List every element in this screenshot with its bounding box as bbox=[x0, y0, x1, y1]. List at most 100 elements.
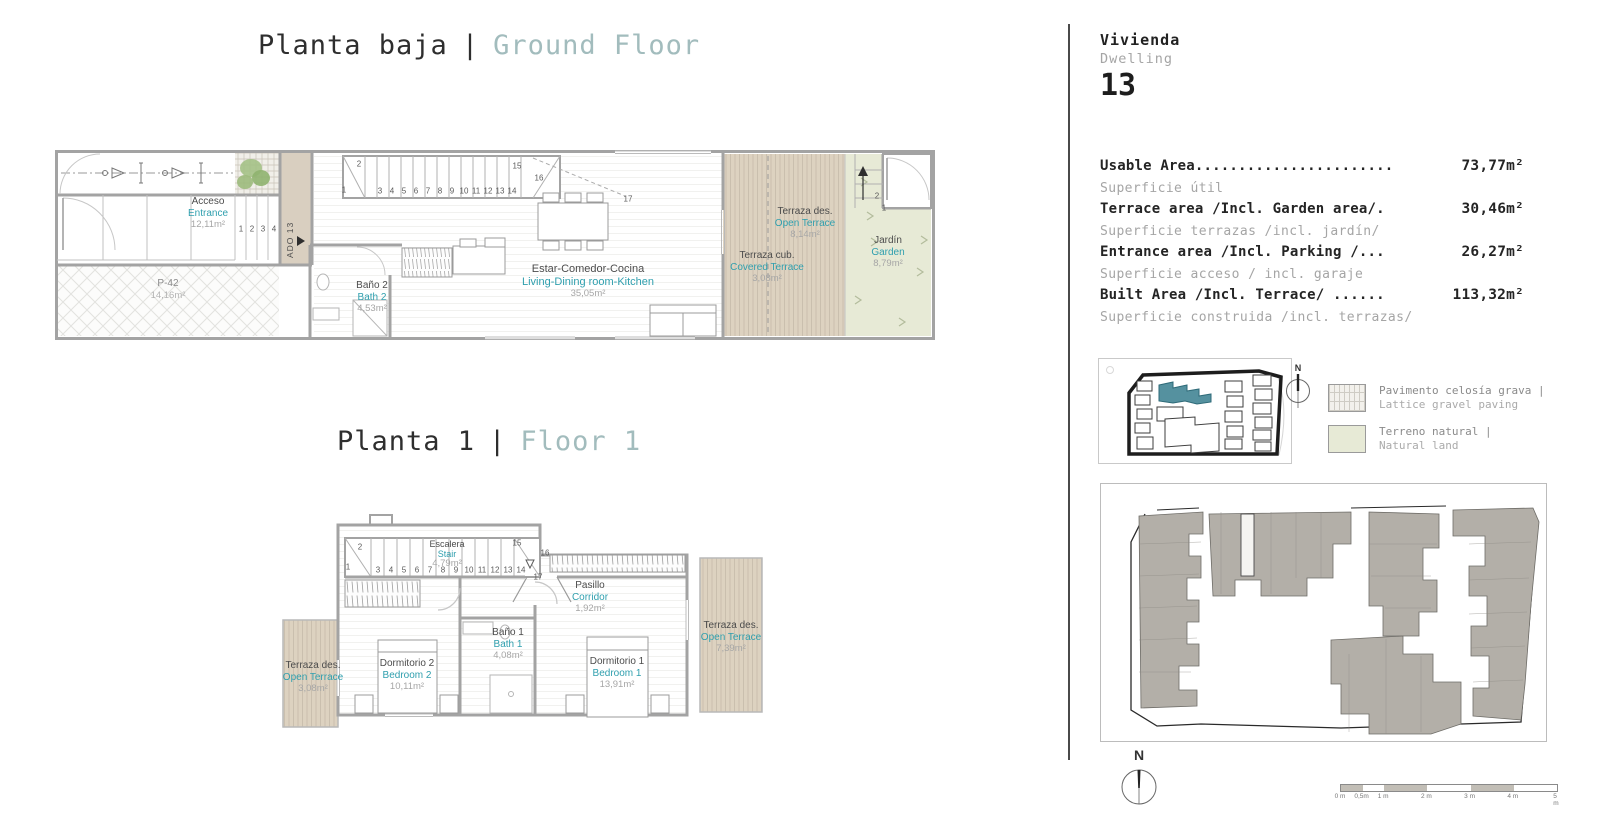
area-label-es: Superficie acceso / incl. garaje bbox=[1100, 264, 1524, 286]
room-name-en: Open Terrace bbox=[775, 218, 835, 230]
step-number: 15 bbox=[513, 539, 522, 548]
room-label-bedroom2: Dormitorio 2 Bedroom 2 10,11m² bbox=[380, 658, 434, 693]
area-label-es: Superficie útil bbox=[1100, 178, 1524, 200]
step-number: 6 bbox=[415, 566, 419, 575]
step-number: 17 bbox=[534, 573, 543, 582]
room-name-es: Escalera bbox=[429, 539, 464, 549]
room-area: 13,91m² bbox=[590, 679, 644, 691]
room-label-bath2: Baño 2 Bath 2 4,53m² bbox=[356, 280, 388, 315]
room-label-living: Estar-Comedor-Cocina Living-Dining room-… bbox=[522, 263, 654, 301]
step-number: 12 bbox=[484, 187, 493, 196]
room-name-en: Living-Dining room-Kitchen bbox=[522, 276, 654, 289]
area-unit: m² bbox=[1506, 287, 1524, 303]
step-number: 11 bbox=[478, 566, 486, 575]
mini-site-map bbox=[1098, 358, 1292, 464]
room-area: 35,05m² bbox=[522, 288, 654, 301]
room-name-es: P-42 bbox=[151, 278, 186, 290]
step-number: 2 bbox=[357, 160, 361, 169]
area-unit: m² bbox=[1506, 201, 1524, 217]
room-name-es: Terraza des. bbox=[701, 620, 761, 632]
room-name-en: Bedroom 2 bbox=[380, 670, 434, 682]
room-label-bath1: Baño 1 Bath 1 4,08m² bbox=[492, 627, 524, 662]
step-number: 16 bbox=[541, 549, 550, 558]
dining-table bbox=[538, 193, 608, 250]
site-plan-drawing bbox=[1101, 484, 1546, 741]
step-number: 11 bbox=[472, 187, 480, 196]
wardrobe-bedroom2 bbox=[345, 580, 420, 607]
highlighted-dwelling bbox=[1241, 514, 1254, 576]
room-name-en: Open Terrace bbox=[283, 672, 343, 684]
step-number: 2 bbox=[250, 225, 254, 234]
room-name-es: Acceso bbox=[188, 196, 228, 208]
scale-label: 0 m bbox=[1335, 793, 1346, 800]
mini-compass: N bbox=[1280, 360, 1316, 419]
ground-floor-drawing bbox=[55, 150, 935, 340]
site-plan bbox=[1100, 483, 1547, 742]
step-number: 10 bbox=[465, 566, 474, 575]
room-name-en: Corridor bbox=[572, 592, 608, 604]
room-name-en: Bath 2 bbox=[356, 292, 388, 304]
highlighted-building bbox=[1159, 382, 1211, 404]
step-number: 3 bbox=[378, 187, 382, 196]
step-number: 1 bbox=[346, 563, 350, 572]
step-number: 1 bbox=[882, 204, 886, 213]
room-name-en: Entrance bbox=[188, 208, 228, 220]
step-number: 15 bbox=[513, 162, 522, 171]
title-es: Planta baja bbox=[258, 30, 448, 61]
area-value: 113,32 bbox=[1453, 287, 1507, 303]
sofa bbox=[650, 305, 716, 336]
floor1-plan: Terraza des. Open Terrace 3,08m² Dormito… bbox=[275, 510, 765, 730]
scale-label: 0,5m bbox=[1354, 793, 1368, 800]
room-label-open-terrace-right: Terraza des. Open Terrace 7,39m² bbox=[701, 620, 761, 655]
scale-label: 3 m bbox=[1464, 793, 1475, 800]
floor1-title: Planta 1|Floor 1 bbox=[337, 426, 641, 457]
title-separator: | bbox=[462, 30, 479, 61]
room-name-es: Terraza des. bbox=[775, 206, 835, 218]
area-label-en: Terrace area /Incl. Garden area/. bbox=[1100, 199, 1385, 221]
room-name-es: Terraza cub. bbox=[730, 250, 804, 262]
area-unit: m² bbox=[1506, 158, 1524, 174]
room-area: 14,16m² bbox=[151, 290, 186, 302]
area-label-es: Superficie terrazas /incl. jardín/ bbox=[1100, 221, 1524, 243]
step-number: 8 bbox=[441, 566, 445, 575]
room-name-es: Estar-Comedor-Cocina bbox=[522, 263, 654, 276]
room-label-parking: P-42 14,16m² bbox=[151, 278, 186, 301]
dwelling-label-en: Dwelling bbox=[1100, 51, 1180, 67]
room-name-es: Dormitorio 2 bbox=[380, 658, 434, 670]
compass-needle bbox=[1138, 770, 1141, 788]
title-en: Ground Floor bbox=[493, 30, 700, 61]
room-area: 7,39m² bbox=[701, 643, 761, 655]
room-area: 3,08m² bbox=[730, 273, 804, 285]
step-number: 14 bbox=[517, 566, 526, 575]
legend-label-en: Lattice gravel paving bbox=[1379, 398, 1545, 412]
room-label-garden: Jardín Garden 8,79m² bbox=[871, 235, 904, 270]
area-value: 73,77 bbox=[1461, 158, 1506, 174]
room-area: 8,14m² bbox=[775, 229, 835, 241]
room-area: 10,11m² bbox=[380, 681, 434, 693]
room-area: 4,53m² bbox=[356, 303, 388, 315]
room-area: 1,92m² bbox=[572, 603, 608, 615]
step-number: 12 bbox=[491, 566, 500, 575]
scale-bar-track bbox=[1340, 784, 1558, 792]
legend-item-lattice: Pavimento celosía grava | Lattice gravel… bbox=[1328, 384, 1545, 412]
driveway-gate-symbols bbox=[61, 163, 233, 183]
room-area: 3,08m² bbox=[283, 683, 343, 695]
step-number: 7 bbox=[428, 566, 432, 575]
panel-divider bbox=[1068, 24, 1070, 760]
step-number: 9 bbox=[454, 566, 458, 575]
room-label-covered-terrace: Terraza cub. Covered Terrace 3,08m² bbox=[730, 250, 804, 285]
north-label: N bbox=[1295, 363, 1302, 373]
area-row: Entrance area /Incl. Parking /...26,27m²… bbox=[1100, 242, 1524, 285]
area-label-en: Entrance area /Incl. Parking /... bbox=[1100, 242, 1385, 264]
room-name-en: Open Terrace bbox=[701, 632, 761, 644]
room-area: 8,79m² bbox=[871, 258, 904, 270]
room-area: 4,79m² bbox=[429, 559, 464, 569]
step-number: 3 bbox=[376, 566, 380, 575]
step-number: 8 bbox=[438, 187, 442, 196]
step-number: 4 bbox=[389, 566, 393, 575]
ground-floor-plan: Acceso Entrance 12,11m² P-42 14,16m² Bañ… bbox=[55, 150, 935, 340]
ground-floor-title: Planta baja | Ground Floor bbox=[258, 30, 700, 61]
step-number: 2 bbox=[358, 543, 362, 552]
step-number: 1 bbox=[239, 225, 243, 234]
step-number: 16 bbox=[535, 174, 544, 183]
